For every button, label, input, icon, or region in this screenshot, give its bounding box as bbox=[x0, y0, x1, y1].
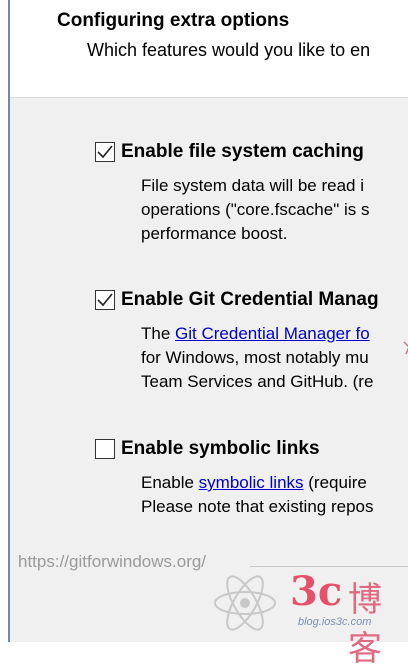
footer-website-link[interactable]: https://gitforwindows.org/ bbox=[18, 552, 206, 572]
symlinks-link[interactable]: symbolic links bbox=[199, 473, 304, 492]
gcm-desc-line: The Git Credential Manager fo bbox=[141, 322, 373, 346]
watermark: 3c 博客 blog.ios3c.com bbox=[210, 568, 408, 668]
option-header[interactable]: Enable symbolic links bbox=[95, 437, 320, 461]
symlinks-desc-line: Enable symbolic links (require bbox=[141, 471, 373, 495]
fscache-label[interactable]: Enable file system caching bbox=[121, 141, 364, 163]
watermark-brand: 3c bbox=[290, 568, 343, 615]
header-panel: Configuring extra options Which features… bbox=[10, 0, 408, 98]
symlinks-checkbox[interactable] bbox=[95, 439, 115, 459]
symlinks-label[interactable]: Enable symbolic links bbox=[121, 438, 320, 460]
option-header[interactable]: Enable file system caching bbox=[95, 140, 364, 164]
cursor-mark-icon bbox=[403, 341, 408, 355]
symlinks-desc-prefix: Enable bbox=[141, 473, 199, 492]
symlinks-desc-line: Please note that existing repos bbox=[141, 497, 374, 516]
fscache-desc-line: performance boost. bbox=[141, 224, 288, 243]
watermark-site: blog.ios3c.com bbox=[298, 616, 372, 628]
fscache-checkbox[interactable] bbox=[95, 142, 115, 162]
page-subtitle: Which features would you like to en bbox=[87, 40, 371, 60]
gcm-link[interactable]: Git Credential Manager fo bbox=[175, 324, 370, 343]
symlinks-description: Enable symbolic links (require Please no… bbox=[141, 471, 373, 519]
gcm-desc-prefix: The bbox=[141, 324, 176, 343]
checkmark-icon bbox=[97, 145, 113, 159]
atom-logo-icon bbox=[214, 575, 276, 631]
gcm-label[interactable]: Enable Git Credential Manag bbox=[121, 289, 379, 311]
gcm-checkbox[interactable] bbox=[95, 290, 115, 310]
gcm-description: The Git Credential Manager fo for Window… bbox=[141, 322, 373, 394]
option-header[interactable]: Enable Git Credential Manag bbox=[95, 288, 379, 312]
footer-divider bbox=[250, 566, 408, 567]
gcm-desc-line: for Windows, most notably mu bbox=[141, 348, 369, 367]
fscache-desc-line: File system data will be read i bbox=[141, 176, 364, 195]
checkmark-icon bbox=[97, 293, 113, 307]
fscache-description: File system data will be read i operatio… bbox=[141, 174, 369, 246]
fscache-desc-line: operations ("core.fscache" is s bbox=[141, 200, 370, 219]
symlinks-desc-suffix: (require bbox=[303, 473, 367, 492]
gcm-desc-line: Team Services and GitHub. (re bbox=[141, 372, 374, 391]
page-title: Configuring extra options bbox=[57, 10, 290, 31]
